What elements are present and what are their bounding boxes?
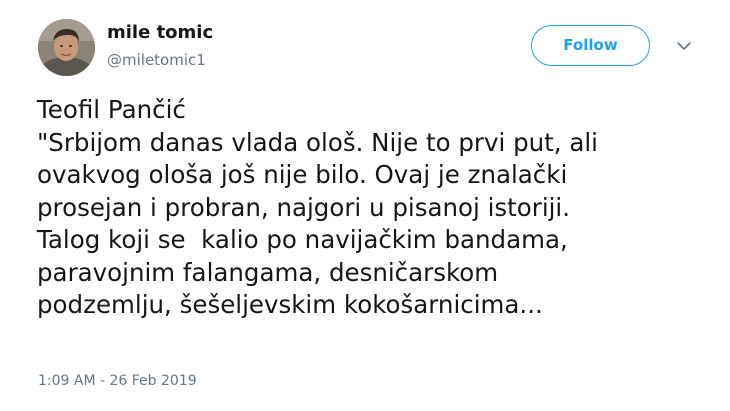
tweet-text-line: paravojnim falangama, desničarskom [37, 257, 499, 287]
tweet-text: Teofil Pančić "Srbijom danas vlada ološ.… [37, 94, 717, 322]
tweet-text-line: "Srbijom danas vlada ološ. Nije to prvi … [37, 127, 598, 157]
chevron-down-icon [677, 42, 691, 50]
screen-name[interactable]: @miletomic1 [107, 51, 206, 69]
display-name[interactable]: mile tomic [107, 22, 213, 43]
user-avatar[interactable] [38, 19, 95, 76]
profile-photo-icon [38, 19, 95, 76]
tweet-card: mile tomic @miletomic1 Follow Teofil Pan… [0, 0, 730, 411]
tweet-text-line: prosejan i probran, najgori u pisanoj is… [37, 192, 571, 222]
tweet-menu-button[interactable] [675, 38, 693, 52]
tweet-text-line: podzemlju, šešeljevskim kokošarnicima... [37, 290, 543, 319]
follow-button[interactable]: Follow [531, 25, 650, 66]
tweet-text-line: ovakvog ološa još nije bilo. Ovaj je zna… [37, 160, 568, 189]
tweet-text-line: Teofil Pančić [37, 95, 186, 124]
tweet-text-line: Talog koji se kalio po navijačkim bandam… [37, 225, 568, 254]
tweet-timestamp[interactable]: 1:09 AM - 26 Feb 2019 [38, 373, 197, 389]
